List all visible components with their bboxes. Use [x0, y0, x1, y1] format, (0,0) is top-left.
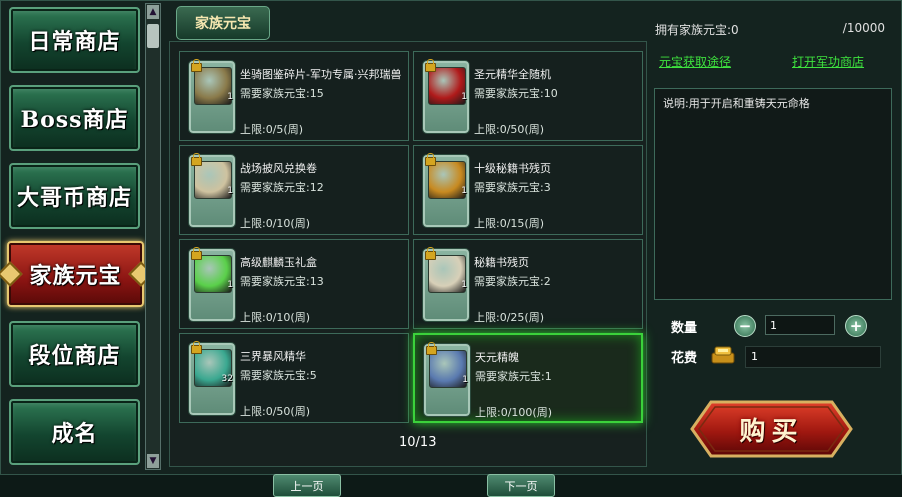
- buy-button[interactable]: 购买: [689, 398, 854, 460]
- menu-boss-shop[interactable]: Boss商店: [9, 85, 140, 151]
- ingot-source-link[interactable]: 元宝获取途径: [659, 53, 731, 70]
- item-slot[interactable]: 32: [188, 341, 236, 416]
- item-limit: 上限:0/5(周): [240, 123, 303, 136]
- decrease-quantity-button[interactable]: −: [734, 315, 756, 337]
- lock-icon: [426, 342, 437, 355]
- shop-item-card[interactable]: 1 圣元精华全随机 需要家族元宝:10 上限:0/50(周): [413, 51, 643, 141]
- item-name: 秘籍书残页: [474, 256, 529, 269]
- item-name: 坐骑图鉴碎片-军功专属·兴邦瑞兽: [240, 68, 402, 81]
- item-price: 需要家族元宝:1: [475, 370, 552, 383]
- item-name: 三界暴风精华: [240, 350, 306, 363]
- lock-icon: [425, 59, 436, 72]
- item-stack-count: 32: [221, 374, 233, 384]
- item-slot[interactable]: 1: [423, 342, 471, 417]
- scroll-thumb[interactable]: [147, 24, 159, 48]
- menu-family-ingot[interactable]: 家族元宝: [7, 241, 144, 307]
- menu-rank-shop[interactable]: 段位商店: [9, 321, 140, 387]
- item-stack-count: 1: [227, 92, 233, 102]
- item-name: 天元精魄: [475, 351, 519, 364]
- open-military-shop-link[interactable]: 打开军功商店: [792, 53, 864, 70]
- scroll-up-icon[interactable]: ▲: [147, 5, 159, 19]
- item-price: 需要家族元宝:13: [240, 275, 324, 288]
- item-limit: 上限:0/100(周): [475, 406, 552, 419]
- item-slot[interactable]: 1: [422, 247, 470, 322]
- item-slot[interactable]: 1: [422, 59, 470, 134]
- gold-ingot-icon: [711, 346, 735, 364]
- item-limit: 上限:0/50(周): [474, 123, 544, 136]
- purchase-panel: 拥有家族元宝:0 /10000 元宝获取途径 打开军功商店 说明:用于开启和重铸…: [651, 3, 899, 473]
- item-name: 圣元精华全随机: [474, 68, 551, 81]
- lock-icon: [425, 153, 436, 166]
- category-menu: 日常商店 Boss商店 大哥币商店 家族元宝 段位商店 成名: [5, 3, 144, 473]
- item-price: 需要家族元宝:12: [240, 181, 324, 194]
- item-panel: 1 坐骑图鉴碎片-军功专属·兴邦瑞兽 需要家族元宝:15 上限:0/5(周) 1 圣元精华…: [169, 41, 647, 497]
- item-description-box: 说明:用于开启和重铸天元命格: [654, 88, 892, 300]
- shop-item-card[interactable]: 1 坐骑图鉴碎片-军功专属·兴邦瑞兽 需要家族元宝:15 上限:0/5(周): [179, 51, 409, 141]
- item-price: 需要家族元宝:5: [240, 369, 317, 382]
- next-page-button[interactable]: 下一页: [487, 474, 555, 497]
- item-limit: 上限:0/25(周): [474, 311, 544, 324]
- lock-icon: [191, 341, 202, 354]
- item-name: 高级麒麟玉礼盒: [240, 256, 317, 269]
- item-slot[interactable]: 1: [188, 247, 236, 322]
- cost-label: 花费: [671, 351, 698, 366]
- item-name: 战场披风兑换卷: [240, 162, 317, 175]
- item-limit: 上限:0/15(周): [474, 217, 544, 230]
- menu-big-brother-coin-shop[interactable]: 大哥币商店: [9, 163, 140, 229]
- shop-item-card[interactable]: 32 三界暴风精华 需要家族元宝:5 上限:0/50(周): [179, 333, 409, 423]
- shop-item-card[interactable]: 1 高级麒麟玉礼盒 需要家族元宝:13 上限:0/10(周): [179, 239, 409, 329]
- item-description: 说明:用于开启和重铸天元命格: [663, 97, 810, 110]
- shop-item-card[interactable]: 1 十级秘籍书残页 需要家族元宝:3 上限:0/15(周): [413, 145, 643, 235]
- quantity-label: 数量: [671, 321, 698, 336]
- item-price: 需要家族元宝:15: [240, 87, 324, 100]
- tab-family-ingot[interactable]: 家族元宝: [176, 6, 270, 40]
- buy-button-label: 购买: [739, 416, 804, 447]
- item-slot[interactable]: 1: [188, 59, 236, 134]
- item-stack-count: 1: [461, 186, 467, 196]
- cost-value: 1: [751, 350, 758, 363]
- item-name: 十级秘籍书残页: [474, 162, 551, 175]
- prev-page-button[interactable]: 上一页: [273, 474, 341, 497]
- shop-window: 日常商店 Boss商店 大哥币商店 家族元宝 段位商店 成名 ▲ ▼ 家族元宝 …: [0, 0, 902, 497]
- lock-icon: [191, 59, 202, 72]
- item-limit: 上限:0/10(周): [240, 217, 310, 230]
- item-price: 需要家族元宝:2: [474, 275, 551, 288]
- item-limit: 上限:0/10(周): [240, 311, 310, 324]
- shop-item-card[interactable]: 1 战场披风兑换卷 需要家族元宝:12 上限:0/10(周): [179, 145, 409, 235]
- item-stack-count: 1: [227, 186, 233, 196]
- shop-item-card[interactable]: 1 秘籍书残页需要家族元宝:2 上限:0/25(周): [413, 239, 643, 329]
- menu-fame[interactable]: 成名: [9, 399, 140, 465]
- page-indicator: 10/13: [399, 435, 437, 450]
- menu-daily-shop[interactable]: 日常商店: [9, 7, 140, 73]
- item-slot[interactable]: 1: [188, 153, 236, 228]
- item-stack-count: 1: [461, 280, 467, 290]
- owned-ingot-label: 拥有家族元宝:0: [655, 23, 739, 37]
- item-slot[interactable]: 1: [422, 153, 470, 228]
- scroll-down-icon[interactable]: ▼: [147, 454, 159, 468]
- menu-scrollbar[interactable]: ▲ ▼: [145, 3, 161, 470]
- item-stack-count: 1: [462, 375, 468, 385]
- quantity-input[interactable]: [765, 315, 835, 335]
- item-stack-count: 1: [227, 280, 233, 290]
- shop-item-card[interactable]: 1 天元精魄需要家族元宝:1 上限:0/100(周): [413, 333, 643, 423]
- item-stack-count: 1: [461, 92, 467, 102]
- lock-icon: [425, 247, 436, 260]
- cost-value-box: 1: [745, 346, 881, 368]
- item-limit: 上限:0/50(周): [240, 405, 310, 418]
- lock-icon: [191, 153, 202, 166]
- owned-ingot-max: /10000: [842, 21, 885, 35]
- lock-icon: [191, 247, 202, 260]
- item-price: 需要家族元宝:10: [474, 87, 558, 100]
- item-price: 需要家族元宝:3: [474, 181, 551, 194]
- increase-quantity-button[interactable]: +: [845, 315, 867, 337]
